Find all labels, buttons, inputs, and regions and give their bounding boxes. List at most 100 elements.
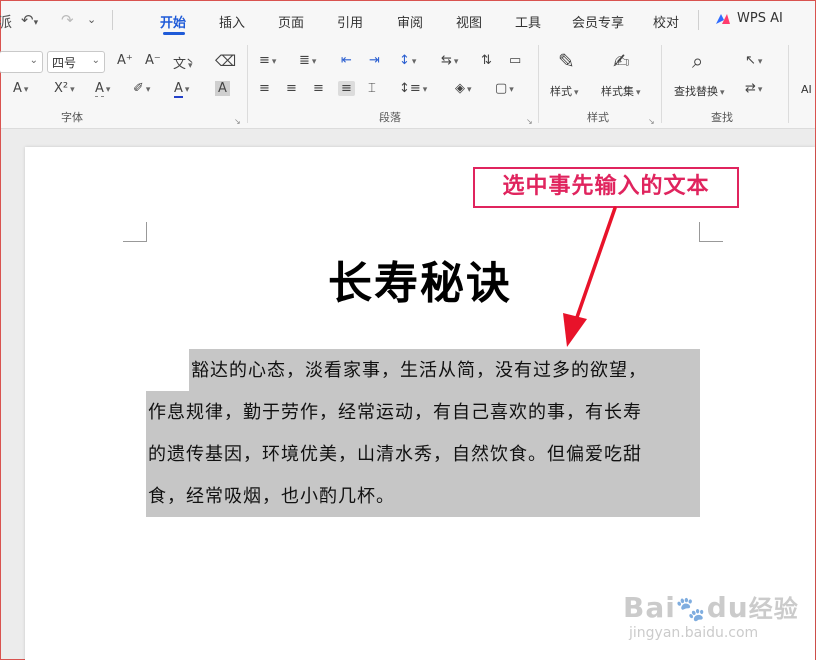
tab-proofread[interactable]: 校对 [653, 12, 679, 31]
styles-dialog-launcher-icon[interactable]: ↘ [648, 117, 655, 126]
style-set-button[interactable]: 样式集 ▾ [601, 83, 641, 99]
paragraph-line[interactable]: 作息规律，勤于劳作，经常运动，有自己喜欢的事，有长寿 [148, 401, 642, 425]
goto-button[interactable]: ⇄ ▾ [745, 81, 762, 96]
grow-font-button[interactable]: A⁺ [117, 53, 133, 68]
wps-ai-label: WPS AI [737, 11, 783, 26]
justify-icon[interactable]: ≡ [338, 81, 355, 96]
wps-ai-button[interactable]: WPS AI [715, 11, 783, 26]
font-dialog-launcher-icon[interactable]: ↘ [234, 117, 241, 126]
group-divider [247, 45, 248, 123]
tab-member[interactable]: 会员专享 [572, 12, 624, 31]
line-spacing-button[interactable]: ↕≡ ▾ [399, 81, 427, 96]
highlight-button[interactable]: ✐ ▾ [133, 81, 150, 96]
tab-references[interactable]: 引用 [337, 12, 363, 31]
text-effect-icon: A [95, 81, 104, 97]
find-replace-label: 查找替换 [674, 85, 718, 98]
wps-ai-logo-icon [716, 13, 730, 24]
chinese-layout-icon: ↕ [399, 53, 410, 68]
text-direction-button[interactable]: ⇆ ▾ [441, 53, 458, 68]
paragraph-line[interactable]: 的遗传基因，环境优美，山清水秀，自然饮食。但偏爱吃甜 [148, 443, 642, 467]
tab-insert[interactable]: 插入 [219, 12, 245, 31]
superscript-button[interactable]: X² ▾ [54, 81, 75, 96]
bullets-button[interactable]: ≡ ▾ [259, 53, 276, 68]
align-left-icon[interactable]: ≡ [259, 81, 270, 96]
baidu-watermark-logo: Bai🐾du经验 [623, 591, 799, 624]
character-shading-button[interactable]: A [215, 81, 230, 96]
numbered-list-icon: ≣ [299, 53, 310, 68]
redo-icon[interactable]: ↷ [61, 11, 74, 29]
underline-more-dropdown[interactable]: A ▾ [13, 81, 28, 96]
borders-button[interactable]: ▢ ▾ [495, 81, 514, 96]
paragraph-shading-button[interactable]: ◈ ▾ [455, 81, 472, 96]
goto-arrows-icon: ⇄ [745, 81, 756, 96]
document-page[interactable]: 长寿秘诀 豁达的心态，淡看家事，生活从简，没有过多的欲望， 作息规律，勤于劳作，… [25, 147, 815, 660]
document-title[interactable]: 长寿秘诀 [25, 247, 815, 311]
text-effect-button[interactable]: A ▾ [95, 81, 110, 97]
crop-mark-top-right [699, 222, 723, 242]
line-spacing-icon: ↕≡ [399, 81, 421, 96]
font-color-icon: A [174, 81, 183, 98]
select-cursor-icon: ↖ [745, 53, 756, 68]
style-button-label: 样式 [550, 85, 572, 98]
text-direction-icon: ⇆ [441, 53, 452, 68]
shading-icon: A [215, 81, 230, 96]
select-button[interactable]: ↖ ▾ [745, 53, 762, 68]
menu-tab-bar: 派 ↶▾ ↷ ⌄ 开始 插入 页面 引用 审阅 视图 工具 会员专享 校对 WP… [0, 1, 815, 39]
sort-icon[interactable]: ⇅ [481, 53, 492, 68]
distributed-align-icon[interactable]: ⌶ [368, 81, 376, 96]
crop-mark-top-left [123, 222, 147, 242]
chinese-layout-button[interactable]: ↕ ▾ [399, 53, 416, 68]
ribbon: ⌄ 四号 ⌄ A⁺ A⁻ 文̀ ▾ ⌫ A ▾ X² ▾ A ▾ ✐ ▾ A ▾ A 字体 ↘… [0, 39, 815, 129]
font-size-value: 四号 [52, 56, 77, 70]
font-name-combo[interactable]: ⌄ [0, 51, 43, 73]
search-icon[interactable]: ⌕ [692, 49, 703, 73]
find-replace-button[interactable]: 查找替换 ▾ [674, 83, 725, 99]
clipped-quick-access-icon[interactable]: 派 [0, 11, 12, 32]
pinyin-guide-button[interactable]: 文̀ ▾ [173, 53, 193, 72]
toolbar-divider [112, 10, 113, 30]
border-icon: ▢ [495, 81, 508, 96]
numbering-button[interactable]: ≣ ▾ [299, 53, 316, 68]
style-set-pen-icon[interactable]: ✍ [613, 49, 630, 73]
paragraph-line[interactable]: 豁达的心态，淡看家事，生活从简，没有过多的欲望， [191, 359, 647, 383]
ai-button[interactable]: AI [801, 83, 812, 96]
watermark-jingyan-text: 经验 [748, 595, 799, 623]
group-label-styles: 样式 [587, 111, 609, 124]
highlight-pen-icon: ✐ [133, 81, 144, 96]
active-tab-indicator [163, 32, 185, 35]
watermark-url: jingyan.baidu.com [629, 625, 759, 641]
group-label-find: 查找 [711, 111, 733, 124]
paint-bucket-icon: ◈ [455, 81, 465, 96]
font-size-combo[interactable]: 四号 ⌄ [47, 51, 105, 73]
group-label-paragraph: 段落 [379, 111, 401, 124]
tab-review[interactable]: 审阅 [397, 12, 423, 31]
pinyin-icon: 文̀ [173, 57, 187, 72]
show-hide-marks-icon[interactable]: ▭ [509, 53, 521, 68]
increase-indent-icon[interactable]: ⇥ [369, 53, 380, 68]
group-label-font: 字体 [61, 111, 83, 124]
tab-tools[interactable]: 工具 [515, 12, 541, 31]
paragraph-line[interactable]: 食，经常吸烟，也小酌几杯。 [148, 485, 395, 509]
tab-view[interactable]: 视图 [456, 12, 482, 31]
shrink-font-button[interactable]: A⁻ [145, 53, 161, 68]
font-color-button[interactable]: A ▾ [174, 81, 189, 98]
tab-page[interactable]: 页面 [278, 12, 304, 31]
style-button[interactable]: 样式 ▾ [550, 83, 579, 99]
style-pen-icon[interactable]: ✎ [558, 49, 575, 73]
tab-home[interactable]: 开始 [160, 12, 186, 31]
chevron-down-icon[interactable]: ⌄ [87, 13, 96, 26]
clear-format-eraser-icon[interactable]: ⌫ [215, 52, 236, 70]
toolbar-divider [698, 10, 699, 30]
style-set-button-label: 样式集 [601, 85, 634, 98]
annotation-callout: 选中事先输入的文本 [473, 167, 739, 208]
group-divider [788, 45, 789, 123]
undo-icon[interactable]: ↶▾ [21, 11, 38, 29]
bulleted-list-icon: ≡ [259, 53, 270, 68]
group-divider [661, 45, 662, 123]
align-center-icon[interactable]: ≡ [286, 81, 297, 96]
align-right-icon[interactable]: ≡ [313, 81, 324, 96]
decrease-indent-icon[interactable]: ⇤ [341, 53, 352, 68]
paragraph-dialog-launcher-icon[interactable]: ↘ [526, 117, 533, 126]
group-divider [538, 45, 539, 123]
superscript-icon: X² [54, 81, 69, 96]
